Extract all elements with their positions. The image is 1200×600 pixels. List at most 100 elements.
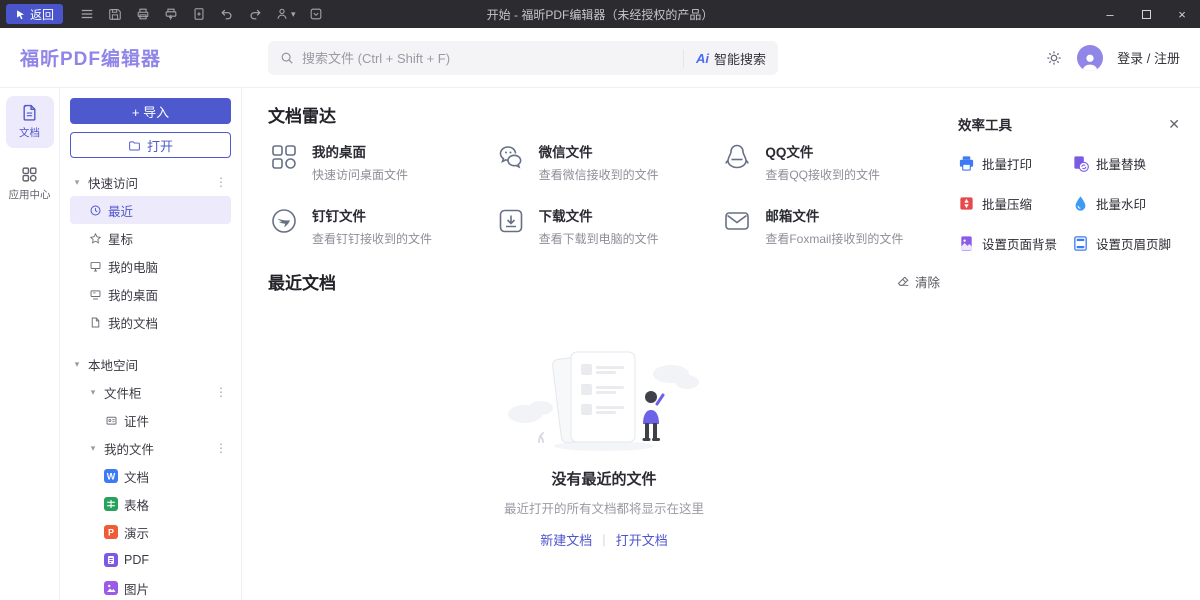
menu-icon[interactable] [79,7,94,22]
tree-item-label: PDF [124,553,149,567]
tree-item-label: 我的电脑 [108,257,158,276]
page-background-icon [958,235,975,252]
radar-item-mail-files[interactable]: 邮箱文件查看Foxmail接收到的文件 [721,205,940,247]
back-button[interactable]: 返回 [6,4,63,24]
tool-batch-watermark[interactable]: 批量水印 [1072,194,1180,213]
sidebar: + 导入 打开 ▾ 快速访问 ⋮ 最近 星标 我的电脑 我的桌面 我的文档 [60,88,242,600]
mail-icon [721,205,753,237]
tree-item-label: 文件柜 [104,383,142,402]
star-icon [88,231,102,245]
undo-icon[interactable] [219,7,234,22]
tools-panel-title: 效率工具 [958,114,1012,134]
new-document-link[interactable]: 新建文档 [540,530,592,549]
link-divider: | [602,532,605,547]
customize-toolbar-icon[interactable] [309,7,324,22]
tree-item-label: 最近 [108,201,133,220]
more-options-icon[interactable]: ⋮ [215,385,227,399]
ai-search-button[interactable]: Ai 智能搜索 [683,49,766,68]
settings-gear-icon[interactable] [1045,49,1063,67]
login-register-link[interactable]: 登录 / 注册 [1117,48,1180,67]
tree-item-my-computer[interactable]: 我的电脑 [70,252,231,280]
tool-page-background[interactable]: 设置页面背景 [958,234,1066,253]
pdf-badge-icon [104,553,118,567]
chevron-down-icon: ▾ [88,387,98,398]
maximize-button[interactable] [1128,0,1164,28]
tree-folder-cabinet[interactable]: ▾ 文件柜 ⋮ [70,378,231,406]
main-content: 文档雷达 我的桌面快速访问桌面文件 微信文件查看微信接收到的文件 QQ文件查看Q… [242,88,950,600]
svg-text:P: P [108,528,114,538]
efficiency-tools-panel: 效率工具 ✕ 批量打印 批量替换 批量压缩 批量水印 [950,88,1200,600]
chevron-down-icon: ▾ [88,443,98,454]
tree-folder-my-files[interactable]: ▾ 我的文件 ⋮ [70,434,231,462]
tree-item-my-desktop[interactable]: 我的桌面 [70,280,231,308]
chevron-down-icon: ▾ [72,359,82,370]
tool-batch-compress[interactable]: 批量压缩 [958,194,1066,213]
tool-header-footer[interactable]: 设置页眉页脚 [1072,234,1180,253]
radar-item-wechat-files[interactable]: 微信文件查看微信接收到的文件 [495,141,714,183]
rail-item-app-center[interactable]: 应用中心 [6,158,54,210]
tool-batch-replace[interactable]: 批量替换 [1072,154,1180,173]
more-options-icon[interactable]: ⋮ [215,175,227,189]
user-avatar[interactable] [1077,45,1103,71]
eraser-icon [897,275,910,288]
tree-item-recent[interactable]: 最近 [70,196,231,224]
more-options-icon[interactable]: ⋮ [215,441,227,455]
new-document-icon[interactable] [191,7,206,22]
quick-print-icon[interactable] [163,7,178,22]
tree-section-quick-access[interactable]: ▾ 快速访问 ⋮ [70,168,231,196]
tree-item-label: 我的文件 [104,439,154,458]
radar-item-my-desktop[interactable]: 我的桌面快速访问桌面文件 [268,141,487,183]
back-button-label: 返回 [30,6,54,23]
save-icon[interactable] [107,7,122,22]
spreadsheet-badge-icon [104,497,118,511]
word-doc-badge-icon: W [104,469,118,483]
desktop-grid-icon [268,141,300,173]
tree-item-presentations[interactable]: P 演示 [70,518,231,546]
open-document-link[interactable]: 打开文档 [616,530,668,549]
minimize-button[interactable]: – [1092,0,1128,28]
batch-watermark-icon [1072,195,1089,212]
tree-section-local-space[interactable]: ▾ 本地空间 [70,350,231,378]
search-bar[interactable]: Ai 智能搜索 [268,41,778,75]
empty-state-description: 最近打开的所有文档都将显示在这里 [504,498,704,517]
documents-icon [21,104,38,121]
maximize-icon [1142,10,1151,19]
import-button[interactable]: + 导入 [70,98,231,124]
open-button[interactable]: 打开 [70,132,231,158]
tree-item-starred[interactable]: 星标 [70,224,231,252]
search-icon [280,51,294,65]
rail-item-label: 应用中心 [9,187,51,202]
close-button[interactable]: × [1164,0,1200,28]
tree-item-pdf[interactable]: PDF [70,546,231,574]
tree-item-label: 证件 [124,411,149,430]
document-icon [88,315,102,329]
rail-item-documents[interactable]: 文档 [6,96,54,148]
doc-radar-grid: 我的桌面快速访问桌面文件 微信文件查看微信接收到的文件 QQ文件查看QQ接收到的… [268,141,940,247]
close-panel-icon[interactable]: ✕ [1168,117,1180,131]
tree-item-id-cards[interactable]: 证件 [70,406,231,434]
person-figure [643,391,664,441]
batch-replace-icon [1072,155,1089,172]
tree-item-spreadsheets[interactable]: 表格 [70,490,231,518]
search-input[interactable] [302,51,683,66]
radar-item-download-files[interactable]: 下载文件查看下载到电脑的文件 [495,205,714,247]
chevron-down-icon: ▾ [291,9,296,20]
tool-batch-print[interactable]: 批量打印 [958,154,1066,173]
tree-item-word-docs[interactable]: W 文档 [70,462,231,490]
print-icon[interactable] [135,7,150,22]
tree-item-my-documents[interactable]: 我的文档 [70,308,231,336]
clock-icon [88,203,102,217]
tree-item-images[interactable]: 图片 [70,574,231,600]
radar-item-qq-files[interactable]: QQ文件查看QQ接收到的文件 [721,141,940,183]
tree-item-label: 我的桌面 [108,285,158,304]
tree-item-label: 图片 [124,579,149,598]
cursor-icon [15,9,26,20]
chevron-down-icon: ▾ [72,177,82,188]
redo-icon[interactable] [247,7,262,22]
radar-item-dingtalk-files[interactable]: 钉钉文件查看钉钉接收到的文件 [268,205,487,247]
ai-search-label: 智能搜索 [714,49,766,68]
tree-item-label: 演示 [124,523,149,542]
svg-text:W: W [107,472,116,482]
clear-recent-button[interactable]: 清除 [897,272,940,291]
hand-tool-button[interactable]: ▾ [275,7,296,21]
